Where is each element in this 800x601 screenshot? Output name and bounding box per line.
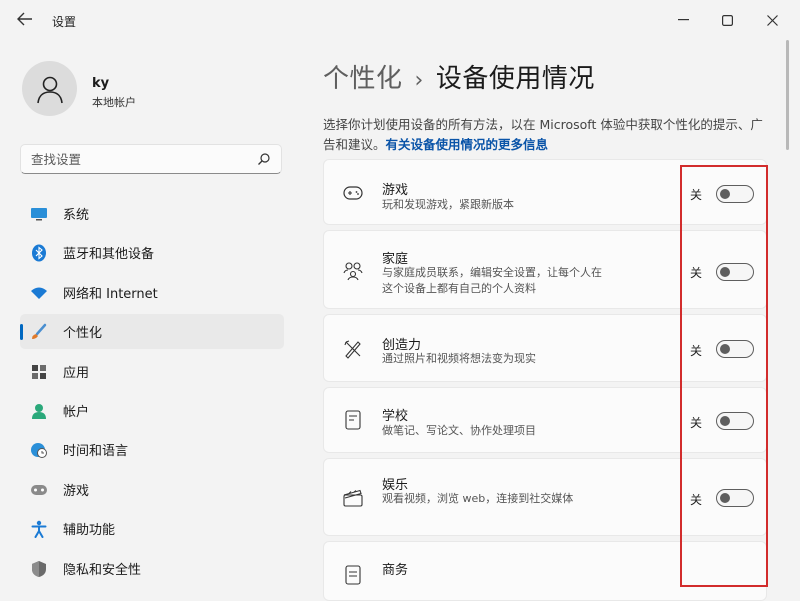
search-input[interactable] — [21, 145, 259, 173]
creativity-toggle[interactable] — [716, 340, 754, 358]
profile-account-type: 本地帐户 — [92, 96, 136, 109]
title-bar: 设置 — [0, 0, 800, 40]
minimize-icon[interactable] — [668, 6, 698, 34]
toggle-state-label: 关 — [690, 493, 703, 507]
toggle-knob — [720, 493, 730, 503]
usage-card-family: 家庭 与家庭成员联系，编辑安全设置，让每个人在这个设备上都有自己的个人资料 关 — [323, 230, 767, 309]
sidebar-item-label: 游戏 — [63, 483, 90, 499]
document-icon — [342, 564, 364, 586]
sidebar-nav: 系统 蓝牙和其他设备 网络和 Internet 个性化 应用 帐户 时间和语言 … — [20, 196, 284, 590]
close-icon[interactable] — [757, 6, 787, 34]
search-icon[interactable] — [257, 152, 271, 166]
back-arrow-icon[interactable] — [14, 12, 36, 30]
wifi-icon — [30, 284, 48, 302]
game-controller-icon — [342, 182, 364, 204]
page-description: 选择你计划使用设备的所有方法，以在 Microsoft 体验中获取个性化的提示、… — [323, 115, 768, 155]
sidebar-item-personalization[interactable]: 个性化 — [20, 314, 284, 350]
sidebar-item-system[interactable]: 系统 — [20, 196, 284, 231]
usage-card-school: 学校 做笔记、写论文、协作处理项目 关 — [323, 387, 767, 453]
family-icon — [342, 260, 364, 282]
sidebar-item-label: 时间和语言 — [63, 444, 129, 460]
toggle-knob — [720, 344, 730, 354]
card-description: 玩和发现游戏，紧跟新版本 — [382, 198, 514, 211]
monitor-icon — [30, 205, 48, 223]
toggle-state-label: 关 — [690, 266, 703, 280]
card-title: 商务 — [382, 563, 409, 578]
usage-card-creativity: 创造力 通过照片和视频将想法变为现实 关 — [323, 314, 767, 382]
sidebar-item-label: 个性化 — [63, 326, 103, 342]
sidebar-item-label: 网络和 Internet — [63, 286, 158, 302]
toggle-knob — [720, 416, 730, 426]
scrollbar[interactable] — [786, 40, 789, 150]
sidebar-item-time-language[interactable]: 时间和语言 — [20, 432, 284, 467]
usage-card-business: 商务 — [323, 541, 767, 601]
page-title: 个性化 › 设备使用情况 — [323, 58, 595, 95]
avatar[interactable] — [22, 61, 77, 116]
user-icon — [36, 76, 63, 103]
profile-name: ky — [92, 76, 110, 91]
toggle-knob — [720, 189, 730, 199]
sidebar-item-label: 隐私和安全性 — [63, 562, 142, 578]
card-title: 游戏 — [382, 183, 409, 198]
sidebar-item-label: 帐户 — [63, 404, 90, 420]
toggle-knob — [720, 267, 730, 277]
sidebar-item-network[interactable]: 网络和 Internet — [20, 275, 284, 310]
apps-icon — [30, 363, 48, 381]
school-toggle[interactable] — [716, 412, 754, 430]
clapperboard-icon — [342, 487, 364, 509]
card-description: 观看视频，浏览 web，连接到社交媒体 — [382, 492, 574, 505]
toggle-state-label: 关 — [690, 344, 703, 358]
card-description: 做笔记、写论文、协作处理项目 — [382, 424, 536, 437]
bluetooth-icon — [30, 244, 48, 262]
toggle-state-label: 关 — [690, 188, 703, 202]
card-description: 与家庭成员联系，编辑安全设置，让每个人在这个设备上都有自己的个人资料 — [382, 266, 602, 295]
search-box[interactable] — [20, 144, 282, 174]
card-title: 学校 — [382, 409, 409, 424]
globe-clock-icon — [30, 441, 48, 459]
more-info-link[interactable]: 有关设备使用情况的更多信息 — [386, 137, 549, 152]
app-title: 设置 — [52, 15, 77, 29]
card-description: 通过照片和视频将想法变为现实 — [382, 352, 536, 365]
usage-card-entertainment: 娱乐 观看视频，浏览 web，连接到社交媒体 关 — [323, 458, 767, 536]
accessibility-icon — [30, 520, 48, 539]
breadcrumb-separator: › — [414, 68, 424, 93]
entertainment-toggle[interactable] — [716, 489, 754, 507]
sidebar-item-accessibility[interactable]: 辅助功能 — [20, 511, 284, 546]
person-icon — [30, 402, 48, 420]
breadcrumb-current: 设备使用情况 — [435, 64, 595, 94]
gaming-toggle[interactable] — [716, 185, 754, 203]
sidebar-item-label: 辅助功能 — [63, 523, 116, 539]
notebook-icon — [342, 409, 364, 431]
sidebar-item-label: 蓝牙和其他设备 — [63, 247, 155, 263]
maximize-icon[interactable] — [712, 6, 742, 34]
sidebar-item-gaming[interactable]: 游戏 — [20, 472, 284, 507]
usage-card-gaming: 游戏 玩和发现游戏，紧跟新版本 关 — [323, 159, 767, 225]
sidebar-item-label: 应用 — [63, 365, 90, 381]
gamepad-icon — [30, 481, 48, 499]
family-toggle[interactable] — [716, 263, 754, 281]
pen-ruler-icon — [342, 338, 364, 360]
sidebar-item-apps[interactable]: 应用 — [20, 354, 284, 389]
sidebar-item-bluetooth[interactable]: 蓝牙和其他设备 — [20, 235, 284, 270]
sidebar-item-privacy[interactable]: 隐私和安全性 — [20, 551, 284, 586]
brush-icon — [30, 323, 48, 341]
sidebar-item-label: 系统 — [63, 208, 90, 223]
sidebar-item-accounts[interactable]: 帐户 — [20, 393, 284, 428]
shield-icon — [30, 560, 48, 578]
toggle-state-label: 关 — [690, 416, 703, 430]
breadcrumb-parent[interactable]: 个性化 — [323, 64, 403, 94]
